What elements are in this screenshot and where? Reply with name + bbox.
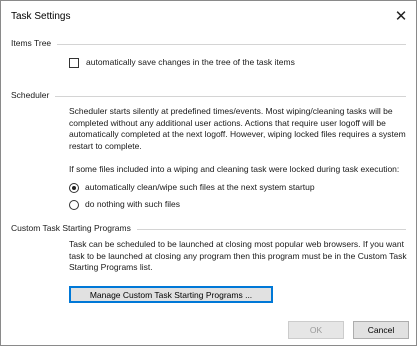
ok-button[interactable]: OK — [288, 321, 344, 339]
autosave-tree-label[interactable]: automatically save changes in the tree o… — [86, 57, 295, 69]
do-nothing-label[interactable]: do nothing with such files — [85, 199, 180, 211]
section-divider — [11, 96, 406, 97]
clean-at-startup-label[interactable]: automatically clean/wipe such files at t… — [85, 182, 315, 194]
close-icon: ✕ — [394, 8, 408, 25]
manage-custom-programs-button[interactable]: Manage Custom Task Starting Programs ... — [69, 286, 273, 303]
section-heading-custom-programs: Custom Task Starting Programs — [11, 223, 137, 233]
scheduler-description: Scheduler starts silently at predefined … — [69, 106, 406, 151]
task-settings-dialog: Task Settings ✕ Items Tree automatically… — [0, 0, 417, 346]
dialog-title: Task Settings — [11, 11, 71, 22]
locked-files-question: If some files included into a wiping and… — [69, 164, 400, 174]
section-divider — [11, 44, 406, 45]
section-heading-scheduler: Scheduler — [11, 90, 56, 100]
section-heading-items-tree: Items Tree — [11, 38, 58, 48]
close-button[interactable]: ✕ — [390, 5, 412, 27]
cancel-button[interactable]: Cancel — [353, 321, 409, 339]
title-bar: Task Settings ✕ — [1, 1, 416, 31]
custom-programs-description: Task can be scheduled to be launched at … — [69, 239, 407, 272]
autosave-tree-checkbox[interactable] — [69, 58, 79, 68]
section-items-tree: Items Tree — [11, 38, 406, 50]
clean-at-startup-radio[interactable] — [69, 183, 79, 193]
section-scheduler: Scheduler — [11, 90, 406, 102]
section-custom-programs: Custom Task Starting Programs — [11, 223, 406, 235]
do-nothing-radio[interactable] — [69, 200, 79, 210]
